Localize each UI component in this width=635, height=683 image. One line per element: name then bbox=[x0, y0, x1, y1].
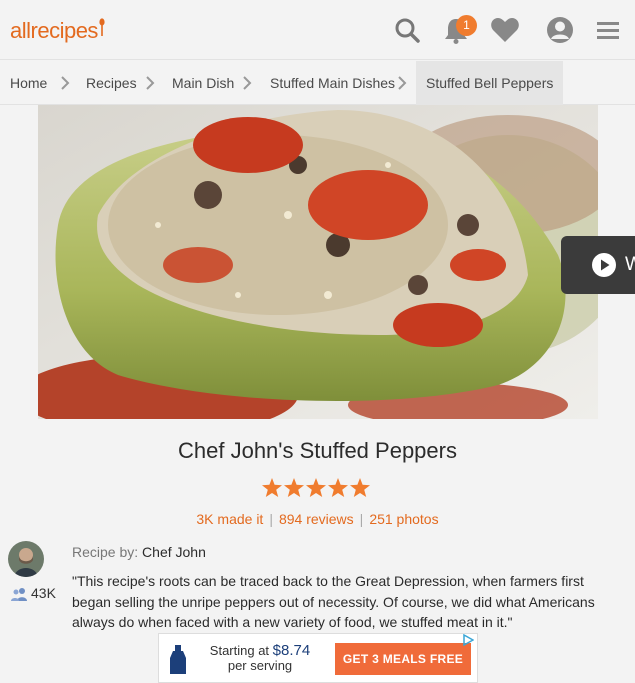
rating-stars[interactable] bbox=[261, 477, 371, 499]
breadcrumb-stuffed-main-dishes[interactable]: Stuffed Main Dishes bbox=[270, 61, 395, 105]
breadcrumb-stuffed-bell-peppers[interactable]: Stuffed Bell Peppers bbox=[416, 61, 564, 105]
chevron-right-icon bbox=[398, 76, 407, 90]
recipe-title: Chef John's Stuffed Peppers bbox=[178, 438, 457, 463]
author-photo bbox=[8, 541, 44, 577]
star-icon bbox=[350, 478, 370, 497]
notification-badge: 1 bbox=[456, 15, 477, 36]
stat-divider: | bbox=[269, 511, 273, 527]
adchoices-icon[interactable] bbox=[462, 634, 474, 646]
logo-text: allrecipes bbox=[10, 18, 98, 43]
site-header: allrecipes 1 bbox=[0, 0, 635, 60]
breadcrumb-recipes[interactable]: Recipes bbox=[86, 61, 137, 105]
followers-icon bbox=[11, 588, 27, 602]
ad-line2: per serving bbox=[227, 658, 293, 673]
advertisement[interactable]: Starting at $8.74 per serving GET 3 MEAL… bbox=[158, 633, 478, 683]
bottle-icon bbox=[170, 645, 186, 674]
search-icon[interactable] bbox=[391, 14, 423, 46]
recipe-stats: 3K made it | 894 reviews | 251 photos bbox=[0, 511, 635, 527]
chevron-right-icon bbox=[243, 76, 252, 90]
breadcrumb: Home Recipes Main Dish Stuffed Main Dish… bbox=[0, 61, 635, 105]
play-icon bbox=[592, 253, 616, 277]
profile-icon[interactable] bbox=[544, 14, 576, 46]
recipe-by-label: Recipe by: bbox=[72, 544, 139, 560]
chevron-right-icon bbox=[61, 76, 70, 90]
breadcrumb-home[interactable]: Home bbox=[10, 61, 47, 105]
chevron-right-icon bbox=[146, 76, 155, 90]
ad-cta-button[interactable]: GET 3 MEALS FREE bbox=[335, 643, 471, 675]
recipe-photo[interactable] bbox=[38, 105, 598, 419]
spoon-icon bbox=[99, 18, 105, 36]
author-followers[interactable]: 43K bbox=[11, 585, 56, 602]
recipe-description: "This recipe's roots can be traced back … bbox=[72, 573, 595, 630]
reviews-link[interactable]: 894 reviews bbox=[279, 511, 354, 527]
ad-price: $8.74 bbox=[272, 642, 311, 659]
ad-price-text: Starting at $8.74 per serving bbox=[201, 643, 319, 673]
author-avatar[interactable] bbox=[8, 541, 44, 577]
heart-icon[interactable] bbox=[489, 14, 521, 46]
star-icon bbox=[262, 478, 282, 497]
video-label: W bbox=[625, 254, 635, 275]
star-icon bbox=[284, 478, 304, 497]
star-icon bbox=[306, 478, 326, 497]
star-icon bbox=[328, 478, 348, 497]
ad-line1: Starting at bbox=[209, 643, 270, 658]
author-name[interactable]: Chef John bbox=[142, 544, 206, 560]
breadcrumb-main-dish[interactable]: Main Dish bbox=[172, 61, 234, 105]
photos-link[interactable]: 251 photos bbox=[369, 511, 438, 527]
recipe-by: Recipe by: Chef John bbox=[72, 544, 206, 560]
allrecipes-logo[interactable]: allrecipes bbox=[10, 18, 105, 44]
made-it-count[interactable]: 3K made it bbox=[196, 511, 263, 527]
watch-video-button[interactable]: W bbox=[561, 236, 635, 294]
followers-count: 43K bbox=[31, 585, 56, 601]
stuffed-pepper-image bbox=[38, 105, 598, 419]
menu-icon[interactable] bbox=[592, 14, 624, 46]
stat-divider: | bbox=[359, 511, 364, 527]
